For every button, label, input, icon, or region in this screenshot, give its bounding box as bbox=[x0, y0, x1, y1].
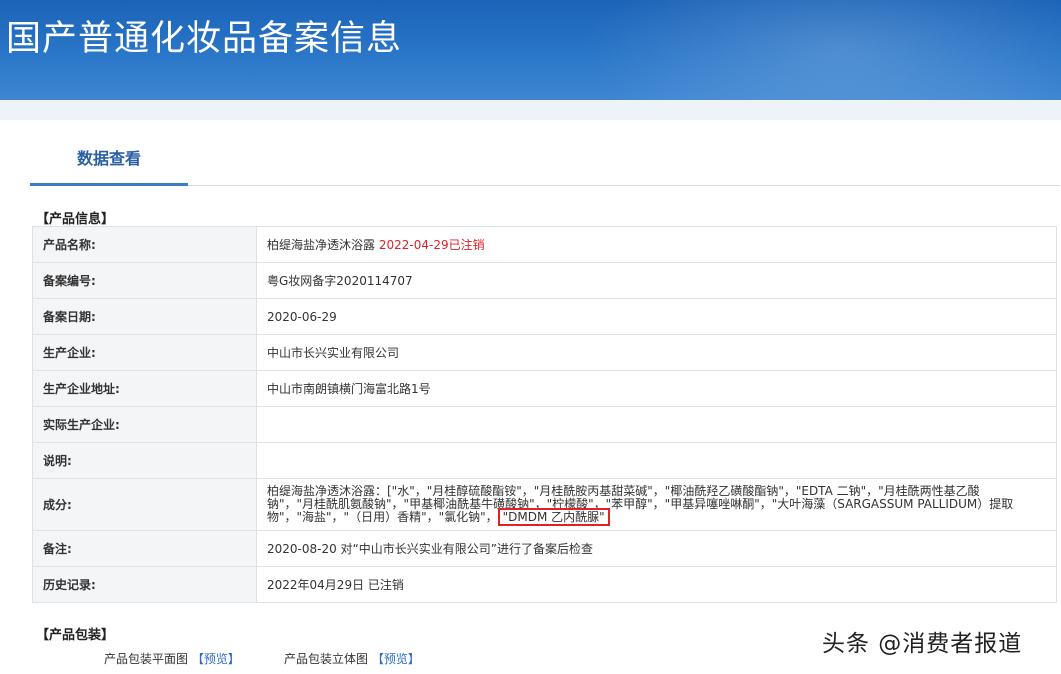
packaging-section-title: 【产品包装】 bbox=[36, 628, 115, 643]
packaging-flat-item: 产品包装平面图 【预览】 bbox=[104, 650, 240, 667]
remarks-label: 备注: bbox=[32, 530, 257, 567]
ingredients-value: 柏缇海盐净透沐浴露：["水"，"月桂醇硫酸酯铵"，"月桂酰胺丙基甜菜碱"，"椰油… bbox=[256, 478, 1057, 531]
packaging-flat-preview-link[interactable]: 【预览】 bbox=[192, 652, 240, 666]
product-name-label: 产品名称: bbox=[32, 226, 257, 263]
table-row: 历史记录: 2022年04月29日 已注销 bbox=[32, 566, 1057, 603]
history-label: 历史记录: bbox=[32, 566, 257, 603]
actual-manufacturer-label: 实际生产企业: bbox=[32, 406, 257, 443]
manufacturer-address-value: 中山市南朗镇横门海富北路1号 bbox=[256, 370, 1057, 407]
table-row: 备案编号: 粤G妆网备字2020114707 bbox=[32, 262, 1057, 299]
history-value: 2022年04月29日 已注销 bbox=[256, 566, 1057, 603]
registration-date-value: 2020-06-29 bbox=[256, 298, 1057, 335]
registration-number-value: 粤G妆网备字2020114707 bbox=[256, 262, 1057, 299]
highlighted-ingredient: "DMDM 乙内酰脲" bbox=[497, 508, 610, 526]
table-row: 说明: bbox=[32, 442, 1057, 479]
product-name-value: 柏缇海盐净透沐浴露 2022-04-29已注销 bbox=[256, 226, 1057, 263]
manufacturer-address-label: 生产企业地址: bbox=[32, 370, 257, 407]
description-label: 说明: bbox=[32, 442, 257, 479]
tab-bar: 数据查看 bbox=[30, 140, 1060, 186]
packaging-3d-label: 产品包装立体图 bbox=[284, 652, 369, 666]
tab-data-view[interactable]: 数据查看 bbox=[30, 140, 188, 186]
actual-manufacturer-value bbox=[256, 406, 1057, 443]
registration-number-label: 备案编号: bbox=[32, 262, 257, 299]
ingredients-text: 柏缇海盐净透沐浴露：["水"，"月桂醇硫酸酯铵"，"月桂酰胺丙基甜菜碱"，"椰油… bbox=[267, 484, 1014, 524]
header-banner: 国产普通化妆品备案信息 bbox=[0, 0, 1061, 100]
header-divider-band bbox=[0, 100, 1061, 120]
description-value bbox=[256, 442, 1057, 479]
manufacturer-label: 生产企业: bbox=[32, 334, 257, 371]
table-row: 实际生产企业: bbox=[32, 406, 1057, 443]
watermark: 头条 @消费者报道 bbox=[822, 631, 1023, 657]
product-name-text: 柏缇海盐净透沐浴露 bbox=[267, 238, 376, 252]
packaging-3d-item: 产品包装立体图 【预览】 bbox=[284, 650, 420, 667]
product-info-section-title: 【产品信息】 bbox=[36, 212, 115, 227]
packaging-flat-label: 产品包装平面图 bbox=[104, 652, 189, 666]
table-row: 产品名称: 柏缇海盐净透沐浴露 2022-04-29已注销 bbox=[32, 226, 1057, 263]
remarks-value: 2020-08-20 对“中山市长兴实业有限公司”进行了备案后检查 bbox=[256, 530, 1057, 567]
table-row: 备注: 2020-08-20 对“中山市长兴实业有限公司”进行了备案后检查 bbox=[32, 530, 1057, 567]
registration-date-label: 备案日期: bbox=[32, 298, 257, 335]
table-row: 生产企业地址: 中山市南朗镇横门海富北路1号 bbox=[32, 370, 1057, 407]
manufacturer-value: 中山市长兴实业有限公司 bbox=[256, 334, 1057, 371]
table-row: 成分: 柏缇海盐净透沐浴露：["水"，"月桂醇硫酸酯铵"，"月桂酰胺丙基甜菜碱"… bbox=[32, 478, 1057, 531]
table-row: 备案日期: 2020-06-29 bbox=[32, 298, 1057, 335]
ingredients-label: 成分: bbox=[32, 478, 257, 531]
page-title: 国产普通化妆品备案信息 bbox=[6, 19, 403, 59]
cancelled-status: 2022-04-29已注销 bbox=[378, 238, 485, 252]
table-row: 生产企业: 中山市长兴实业有限公司 bbox=[32, 334, 1057, 371]
packaging-3d-preview-link[interactable]: 【预览】 bbox=[372, 652, 420, 666]
product-info-table: 产品名称: 柏缇海盐净透沐浴露 2022-04-29已注销 备案编号: 粤G妆网… bbox=[32, 226, 1057, 603]
